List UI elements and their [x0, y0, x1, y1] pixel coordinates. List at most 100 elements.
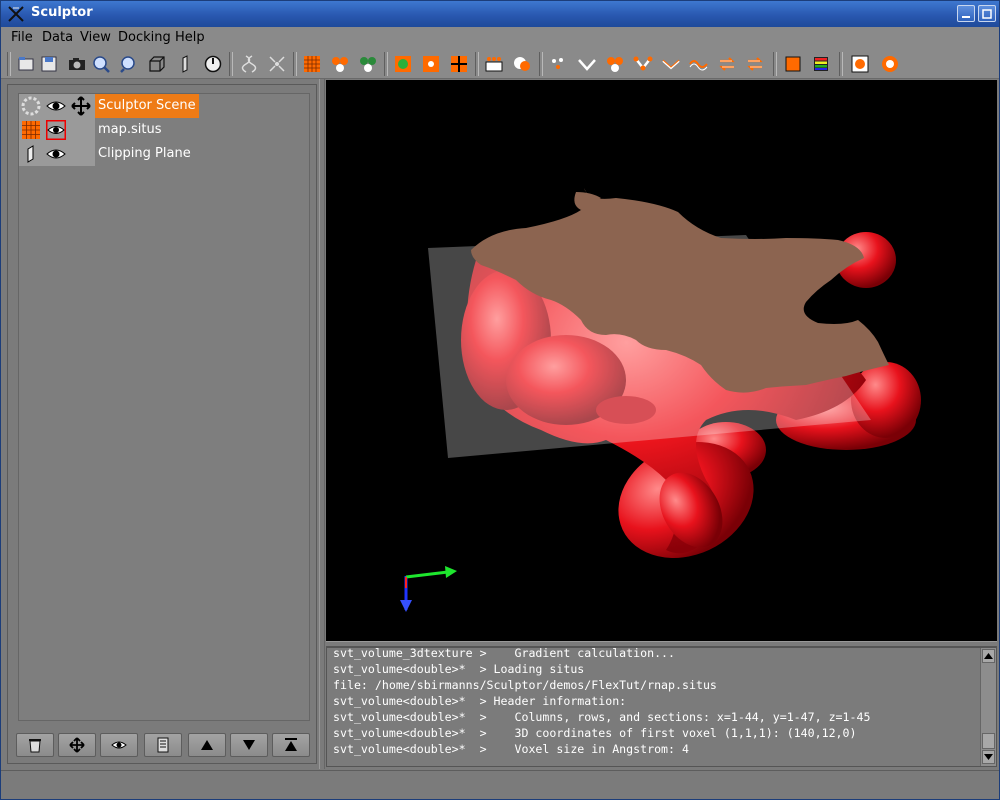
- tree-label-scene[interactable]: Sculptor Scene: [95, 94, 199, 118]
- swap-alt-button[interactable]: [743, 52, 767, 76]
- 3d-viewport[interactable]: [326, 80, 997, 641]
- clipping-plane-icon: [27, 145, 34, 163]
- histogram-button[interactable]: [482, 52, 506, 76]
- trash-icon: [29, 739, 41, 753]
- delete-button[interactable]: [16, 733, 54, 757]
- visibility-button[interactable]: [100, 733, 138, 757]
- log-line: svt_volume<double>* > Loading situs: [333, 662, 585, 676]
- dna-button[interactable]: [237, 52, 261, 76]
- vertical-splitter[interactable]: [319, 79, 325, 769]
- marker-grid-button[interactable]: [419, 52, 443, 76]
- toolbar-grip[interactable]: [7, 52, 11, 76]
- tree-item-map[interactable]: map.situs: [19, 118, 309, 142]
- tree-label-clipping-plane[interactable]: Clipping Plane: [95, 142, 194, 166]
- arrow-top-icon: [285, 738, 297, 751]
- volume-grid-button[interactable]: [300, 52, 324, 76]
- atoms-alt-button[interactable]: [356, 52, 380, 76]
- chevron-button[interactable]: [659, 52, 683, 76]
- atoms-button[interactable]: [328, 52, 352, 76]
- move-up-button[interactable]: [188, 733, 226, 757]
- maximize-button[interactable]: [978, 5, 996, 22]
- toolbar-separator: [773, 52, 777, 76]
- scroll-thumb[interactable]: [982, 733, 995, 749]
- move-icon: [69, 737, 85, 753]
- open-file-button[interactable]: [14, 52, 38, 76]
- minimize-button[interactable]: [957, 5, 975, 22]
- move-down-button[interactable]: [230, 733, 268, 757]
- render-icon: [851, 55, 869, 73]
- swap-button[interactable]: [715, 52, 739, 76]
- properties-button[interactable]: [144, 733, 182, 757]
- render-button[interactable]: [848, 52, 872, 76]
- crosshair-icon: [451, 56, 467, 72]
- main-toolbar: [1, 49, 999, 79]
- points-button[interactable]: [547, 52, 571, 76]
- cluster-button[interactable]: [603, 52, 627, 76]
- volume-grid-icon: [304, 56, 320, 72]
- color-button[interactable]: [781, 52, 805, 76]
- feature-node-button[interactable]: [391, 52, 415, 76]
- arrow-down-icon: [243, 740, 255, 750]
- cluster-icon: [607, 57, 623, 72]
- dna-icon: [241, 55, 257, 73]
- zoom-out-button[interactable]: [117, 52, 141, 76]
- toolbar-separator: [475, 52, 479, 76]
- log-console[interactable]: svt_volume_3dtexture > Gradient calculat…: [326, 647, 997, 767]
- save-file-icon: [41, 56, 57, 72]
- zoom-in-icon: [93, 56, 110, 73]
- transform-button[interactable]: [265, 52, 289, 76]
- tree-item-clipping-plane[interactable]: Clipping Plane: [19, 142, 309, 166]
- crosshair-button[interactable]: [447, 52, 471, 76]
- save-file-button[interactable]: [37, 52, 61, 76]
- clipping-plane-icon: [182, 55, 188, 73]
- axis-y: [405, 570, 449, 579]
- document-tree[interactable]: Sculptor Scene map.situs Clipping Plane: [18, 93, 310, 721]
- bounding-box-button[interactable]: [145, 52, 169, 76]
- screenshot-button[interactable]: [65, 52, 89, 76]
- palette-button[interactable]: [809, 52, 833, 76]
- wave-button[interactable]: [687, 52, 711, 76]
- eye-icon[interactable]: [46, 144, 66, 164]
- sculptor-app-icon: [8, 6, 24, 22]
- console-scrollbar[interactable]: [980, 648, 996, 766]
- move-top-button[interactable]: [272, 733, 310, 757]
- menu-view[interactable]: View: [80, 30, 111, 45]
- scroll-up-button[interactable]: [982, 649, 995, 663]
- zoom-in-button[interactable]: [89, 52, 113, 76]
- toolbar-separator: [229, 52, 233, 76]
- eye-icon[interactable]: [46, 96, 66, 116]
- menu-data[interactable]: Data: [42, 30, 73, 45]
- node-icon: [395, 56, 411, 72]
- status-bar: [1, 770, 999, 799]
- clipping-plane-button[interactable]: [173, 52, 197, 76]
- tree-label-map[interactable]: map.situs: [95, 118, 165, 142]
- scroll-down-button[interactable]: [982, 750, 995, 764]
- swap-icon: [719, 57, 735, 71]
- render-settings-button[interactable]: [878, 52, 902, 76]
- points-icon: [552, 58, 563, 69]
- axis-z-tip: [400, 600, 412, 612]
- timer-button[interactable]: [201, 52, 225, 76]
- scene-icon: [21, 96, 41, 116]
- camera-icon: [69, 58, 85, 70]
- move-icon[interactable]: [71, 96, 91, 116]
- menu-file[interactable]: File: [11, 30, 33, 45]
- clock-icon: [204, 55, 222, 73]
- tree-item-scene[interactable]: Sculptor Scene: [19, 94, 309, 118]
- title-bar[interactable]: Sculptor: [1, 1, 999, 27]
- minimize-icon: [962, 16, 970, 18]
- tree-button[interactable]: [631, 52, 655, 76]
- connect-button[interactable]: [575, 52, 599, 76]
- density-map-render: [400, 188, 921, 612]
- log-line: svt_volume<double>* > 3D coordinates of …: [333, 726, 857, 740]
- chevron-icon: [662, 59, 680, 70]
- eye-icon[interactable]: [46, 120, 66, 140]
- eye-icon: [111, 741, 127, 749]
- open-file-icon: [18, 57, 34, 71]
- menu-help[interactable]: Help: [175, 30, 205, 45]
- move-button[interactable]: [58, 733, 96, 757]
- menu-docking[interactable]: Docking: [118, 30, 171, 45]
- sphere-pair-button[interactable]: [510, 52, 534, 76]
- toolbar-separator: [293, 52, 297, 76]
- scroll-up-icon: [984, 653, 993, 659]
